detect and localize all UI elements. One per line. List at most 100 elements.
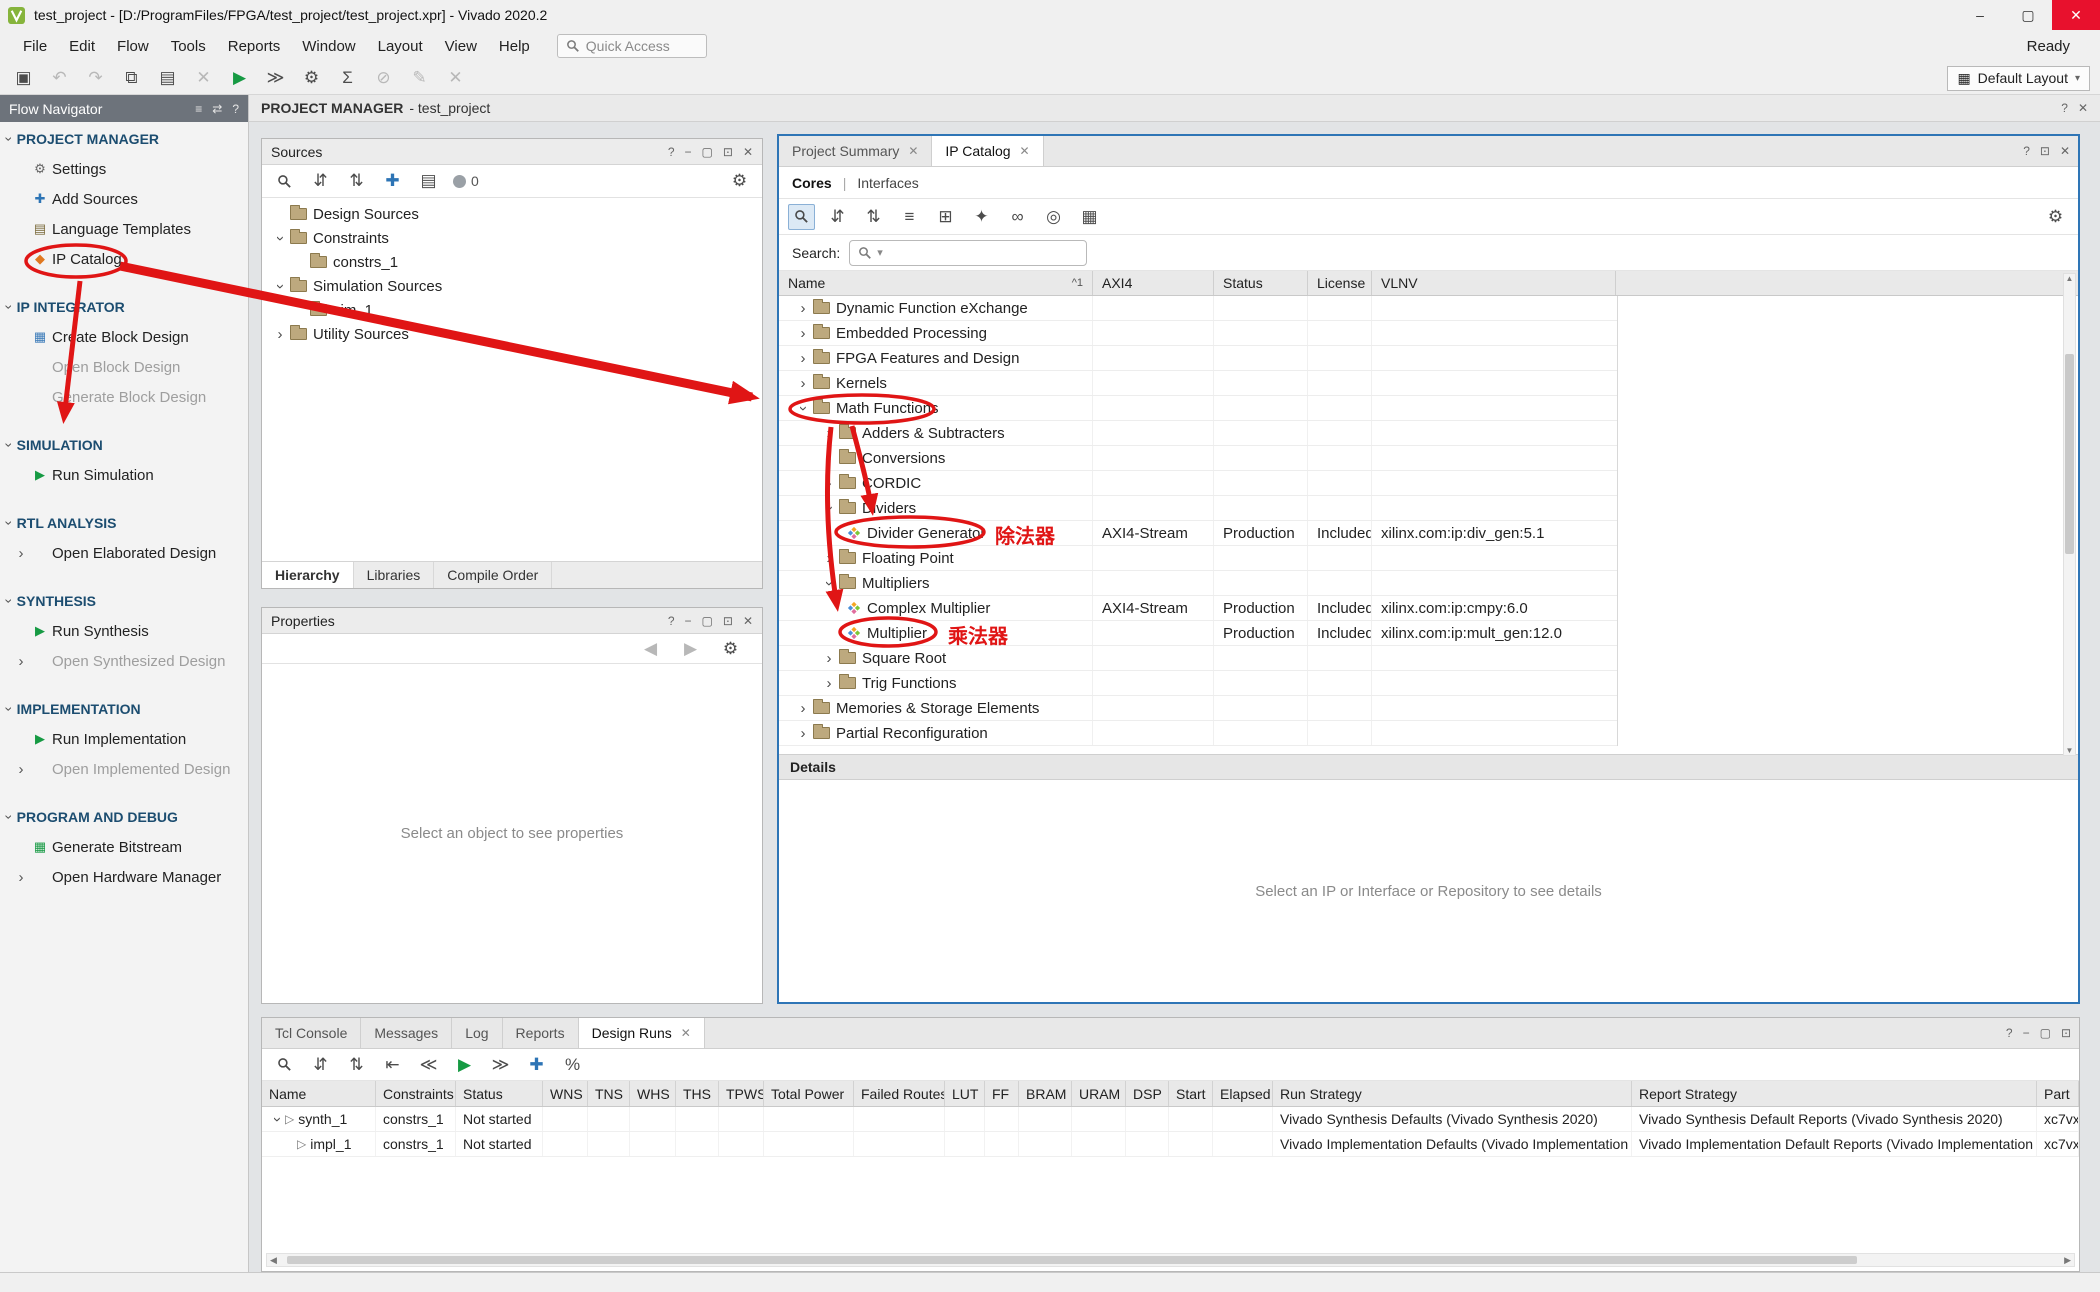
maximize-icon[interactable]: ▢: [702, 614, 713, 628]
step-icon[interactable]: ≫: [262, 65, 289, 91]
ip-row-dynamic-function-exchange[interactable]: ›Dynamic Function eXchange: [779, 296, 1617, 321]
menu-icon[interactable]: ≡: [195, 102, 202, 116]
tab-tcl-console[interactable]: Tcl Console: [262, 1018, 361, 1048]
ip-row-cordic[interactable]: ›CORDIC: [779, 471, 1617, 496]
expand-icon[interactable]: ›: [795, 725, 811, 742]
tree-node-constrs-1[interactable]: constrs_1: [262, 250, 762, 274]
expand-icon[interactable]: ›: [795, 375, 811, 392]
menu-layout[interactable]: Layout: [367, 34, 434, 59]
sidebar-item-open-elaborated-design[interactable]: ›Open Elaborated Design: [0, 538, 248, 568]
runs-column-run-strategy[interactable]: Run Strategy: [1273, 1081, 1632, 1106]
tab-project-summary[interactable]: Project Summary✕: [779, 136, 932, 166]
percent-icon[interactable]: %: [559, 1052, 586, 1078]
expand-icon[interactable]: ›: [821, 500, 837, 517]
minimize-button[interactable]: –: [1956, 0, 2004, 30]
ip-row-multiplier[interactable]: MultiplierProductionIncludedxilinx.com:i…: [779, 621, 1617, 646]
float-icon[interactable]: ⊡: [723, 145, 733, 159]
minimize-icon[interactable]: −: [685, 145, 692, 159]
collapse-all-icon[interactable]: ⇵: [824, 204, 851, 230]
sources-tab-compile-order[interactable]: Compile Order: [434, 562, 552, 588]
ip-row-trig-functions[interactable]: ›Trig Functions: [779, 671, 1617, 696]
close-icon[interactable]: ✕: [442, 65, 469, 91]
runs-row-synth-1[interactable]: ›▷synth_1constrs_1Not startedVivado Synt…: [262, 1107, 2079, 1132]
flow-section-ip-integrator[interactable]: ›IP INTEGRATOR: [0, 292, 248, 322]
help-icon[interactable]: ?: [2023, 144, 2030, 158]
flow-section-rtl-analysis[interactable]: ›RTL ANALYSIS: [0, 508, 248, 538]
edit-icon[interactable]: ✎: [406, 65, 433, 91]
vertical-scrollbar[interactable]: ▲ ▼: [2063, 273, 2076, 756]
settings-icon[interactable]: ⚙: [2042, 204, 2069, 230]
ip-row-embedded-processing[interactable]: ›Embedded Processing: [779, 321, 1617, 346]
menu-view[interactable]: View: [434, 34, 488, 59]
runs-column-uram[interactable]: URAM: [1072, 1081, 1126, 1106]
layout-selector[interactable]: ▦ Default Layout ▾: [1947, 66, 2090, 91]
tab-design-runs[interactable]: Design Runs✕: [579, 1018, 705, 1048]
search-icon[interactable]: [271, 168, 298, 194]
expand-icon[interactable]: ›: [795, 350, 811, 367]
runs-row-impl-1[interactable]: ▷impl_1constrs_1Not startedVivado Implem…: [262, 1132, 2079, 1157]
minimize-icon[interactable]: −: [2023, 1026, 2030, 1040]
rewind-icon[interactable]: ≪: [415, 1052, 442, 1078]
tab-log[interactable]: Log: [452, 1018, 502, 1048]
expand-icon[interactable]: ›: [272, 278, 288, 295]
runs-column-wns[interactable]: WNS: [543, 1081, 588, 1106]
cut-icon[interactable]: ⊘: [370, 65, 397, 91]
ip-row-dividers[interactable]: ›Dividers: [779, 496, 1617, 521]
maximize-icon[interactable]: ▢: [2040, 1026, 2051, 1040]
ip-row-partial-reconfiguration[interactable]: ›Partial Reconfiguration: [779, 721, 1617, 746]
tab-messages[interactable]: Messages: [361, 1018, 452, 1048]
expand-icon[interactable]: ›: [821, 475, 837, 492]
expand-icon[interactable]: ›: [821, 575, 837, 592]
runs-column-lut[interactable]: LUT: [945, 1081, 985, 1106]
sidebar-item-open-implemented-design[interactable]: ›Open Implemented Design: [0, 754, 248, 784]
expand-icon[interactable]: ›: [821, 675, 837, 692]
filter-icon[interactable]: ≡: [896, 204, 923, 230]
runs-column-tns[interactable]: TNS: [588, 1081, 630, 1106]
menu-file[interactable]: File: [12, 34, 58, 59]
back-icon[interactable]: ◀: [637, 636, 664, 662]
sidebar-item-ip-catalog[interactable]: ◆IP Catalog: [0, 244, 248, 274]
runs-column-whs[interactable]: WHS: [630, 1081, 676, 1106]
ip-row-multipliers[interactable]: ›Multipliers: [779, 571, 1617, 596]
ip-column-axi4[interactable]: AXI4: [1093, 271, 1214, 295]
close-icon[interactable]: ✕: [743, 614, 753, 628]
float-icon[interactable]: ⊡: [2040, 144, 2050, 158]
ip-row-memories-storage-elements[interactable]: ›Memories & Storage Elements: [779, 696, 1617, 721]
expand-icon[interactable]: ›: [272, 230, 288, 247]
settings-icon[interactable]: ⚙: [726, 168, 753, 194]
runs-column-part[interactable]: Part: [2037, 1081, 2079, 1106]
flow-section-implementation[interactable]: ›IMPLEMENTATION: [0, 694, 248, 724]
help-icon[interactable]: ?: [232, 102, 239, 116]
runs-column-dsp[interactable]: DSP: [1126, 1081, 1169, 1106]
collapse-icon[interactable]: ›: [269, 1111, 285, 1128]
expand-icon[interactable]: ›: [795, 400, 811, 417]
play-icon[interactable]: ▶: [451, 1052, 478, 1078]
runs-column-failed-routes[interactable]: Failed Routes: [854, 1081, 945, 1106]
menu-flow[interactable]: Flow: [106, 34, 160, 59]
expand-all-icon[interactable]: ⇅: [860, 204, 887, 230]
tree-node-design-sources[interactable]: Design Sources: [262, 202, 762, 226]
report-icon[interactable]: Σ: [334, 65, 361, 91]
ip-row-conversions[interactable]: ›Conversions: [779, 446, 1617, 471]
close-button[interactable]: ✕: [2052, 0, 2100, 30]
menu-window[interactable]: Window: [291, 34, 366, 59]
scroll-right-icon[interactable]: ▶: [2064, 1255, 2071, 1266]
ip-search-input[interactable]: ▾: [849, 240, 1087, 266]
float-icon[interactable]: ⊡: [723, 614, 733, 628]
ip-column-name[interactable]: Name^1: [779, 271, 1093, 295]
runs-column-constraints[interactable]: Constraints: [376, 1081, 456, 1106]
expand-all-icon[interactable]: ⇅: [343, 168, 370, 194]
flow-section-simulation[interactable]: ›SIMULATION: [0, 430, 248, 460]
settings-icon[interactable]: ⚙: [298, 65, 325, 91]
sidebar-item-generate-block-design[interactable]: Generate Block Design: [0, 382, 248, 412]
help-icon[interactable]: ?: [668, 145, 675, 159]
runs-column-report-strategy[interactable]: Report Strategy: [1632, 1081, 2037, 1106]
save-icon[interactable]: ▣: [10, 65, 37, 91]
layout-icon[interactable]: ▦: [1076, 204, 1103, 230]
forward-icon[interactable]: ▶: [677, 636, 704, 662]
close-tab-icon[interactable]: ✕: [1020, 144, 1030, 158]
menu-reports[interactable]: Reports: [217, 34, 292, 59]
flow-section-program-and-debug[interactable]: ›PROGRAM AND DEBUG: [0, 802, 248, 832]
close-icon[interactable]: ✕: [743, 145, 753, 159]
sidebar-item-open-block-design[interactable]: Open Block Design: [0, 352, 248, 382]
